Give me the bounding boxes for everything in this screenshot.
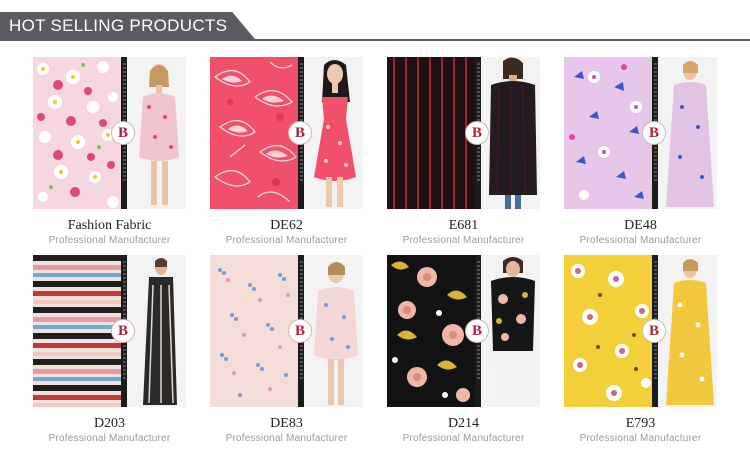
fabric-swatch-yellow-floral <box>564 255 652 407</box>
fabric-swatch-pink-daisy <box>33 57 121 209</box>
product-card[interactable]: B DE83 Professional Manufacturer <box>210 255 363 444</box>
product-code[interactable]: E681 <box>387 217 540 234</box>
product-card[interactable]: B DE62 Professional Manufacturer <box>210 57 363 246</box>
product-code[interactable]: DE83 <box>210 415 363 432</box>
brand-logo-icon: B <box>288 319 312 343</box>
product-image[interactable]: B <box>33 57 186 209</box>
fabric-swatch-lilac-floral <box>564 57 652 209</box>
product-card[interactable]: B D203 Professional Manufacturer <box>33 255 186 444</box>
model-photo <box>658 57 717 209</box>
product-code[interactable]: D214 <box>387 415 540 432</box>
product-tagline: Professional Manufacturer <box>225 433 348 444</box>
product-card[interactable]: B E681 Professional Manufacturer <box>387 57 540 246</box>
model-photo <box>127 255 186 407</box>
brand-logo-icon: B <box>642 319 666 343</box>
product-tagline: Professional Manufacturer <box>402 433 525 444</box>
product-card[interactable]: B DE48 Professional Manufacturer <box>564 57 717 246</box>
product-card[interactable]: B D214 Professional Manufacturer <box>387 255 540 444</box>
product-card[interactable]: B E793 Professional Manufacturer <box>564 255 717 444</box>
product-code[interactable]: D203 <box>33 415 186 432</box>
section-header: HOT SELLING PRODUCTS <box>0 12 750 42</box>
model-photo <box>481 255 540 407</box>
fabric-swatch-blush-sprig <box>210 255 298 407</box>
model-photo <box>304 255 363 407</box>
product-card[interactable]: B Fashion Fabric Professional Manufactur… <box>33 57 186 246</box>
brand-logo-icon: B <box>111 121 135 145</box>
product-image[interactable]: B <box>33 255 186 407</box>
product-tagline: Professional Manufacturer <box>579 235 702 246</box>
fabric-swatch-black-peony <box>387 255 475 407</box>
model-photo <box>658 255 717 407</box>
fabric-swatch-coral-leaf <box>210 57 298 209</box>
product-tagline: Professional Manufacturer <box>48 235 171 246</box>
product-tagline: Professional Manufacturer <box>225 235 348 246</box>
product-image[interactable]: B <box>210 57 363 209</box>
model-photo <box>481 57 540 209</box>
product-code[interactable]: DE62 <box>210 217 363 234</box>
product-image[interactable]: B <box>564 57 717 209</box>
product-code[interactable]: Fashion Fabric <box>33 217 186 234</box>
brand-logo-icon: B <box>465 121 489 145</box>
section-title: HOT SELLING PRODUCTS <box>9 16 228 35</box>
model-photo <box>127 57 186 209</box>
fabric-swatch-horizontal-stripe <box>33 255 121 407</box>
brand-logo-icon: B <box>288 121 312 145</box>
product-code[interactable]: DE48 <box>564 217 717 234</box>
product-image[interactable]: B <box>387 255 540 407</box>
product-tagline: Professional Manufacturer <box>48 433 171 444</box>
product-image[interactable]: B <box>387 57 540 209</box>
product-image[interactable]: B <box>564 255 717 407</box>
brand-logo-icon: B <box>111 319 135 343</box>
product-tagline: Professional Manufacturer <box>402 235 525 246</box>
product-tagline: Professional Manufacturer <box>579 433 702 444</box>
brand-logo-icon: B <box>465 319 489 343</box>
fabric-swatch-pinstripe <box>387 57 475 209</box>
model-photo <box>304 57 363 209</box>
brand-logo-icon: B <box>642 121 666 145</box>
header-divider <box>0 39 750 41</box>
product-image[interactable]: B <box>210 255 363 407</box>
product-code[interactable]: E793 <box>564 415 717 432</box>
